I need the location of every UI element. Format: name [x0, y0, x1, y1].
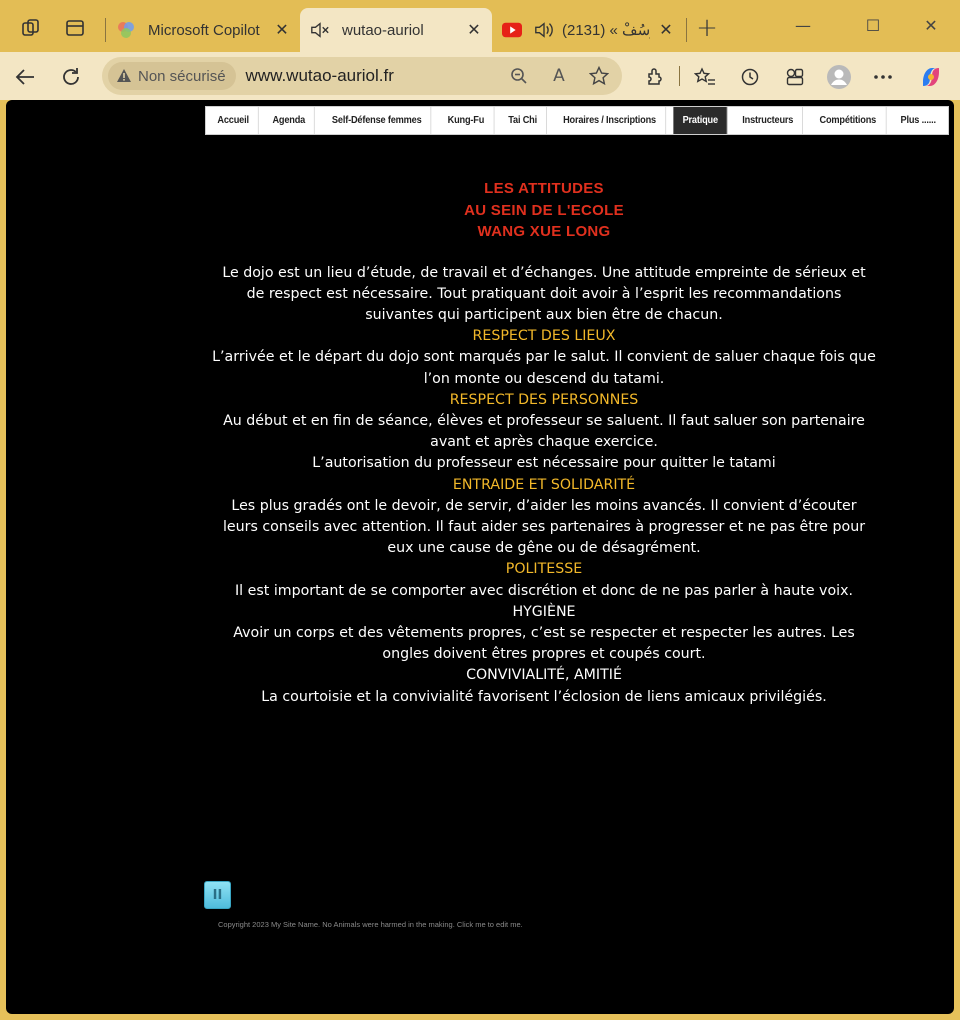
copyright-footer[interactable]: Copyright 2023 My Site Name. No Animals …: [218, 920, 523, 929]
section-title: RESPECT DES LIEUX: [472, 328, 616, 345]
site-menu: Accueil Agenda Self-Défense femmes Kung-…: [205, 106, 949, 135]
section-title: CONVIVIALITÉ, AMITIÉ: [466, 667, 622, 684]
toolbar-separator: [679, 66, 680, 86]
maximize-button[interactable]: ☐: [850, 10, 896, 40]
menu-item-horaires[interactable]: Horaires / Inscriptions: [554, 107, 667, 134]
section-text: Les plus gradés ont le devoir, de servir…: [222, 497, 866, 557]
minimize-button[interactable]: —: [780, 10, 826, 40]
rules-text: Le dojo est un lieu d’étude, de travail …: [212, 263, 876, 708]
section-text: L’autorisation du professeur est nécessa…: [312, 455, 776, 472]
refresh-button[interactable]: [54, 60, 88, 94]
more-options-icon[interactable]: [868, 62, 898, 92]
menu-item-kung-fu[interactable]: Kung-Fu: [438, 107, 495, 134]
window-frame-bottom: [0, 1014, 960, 1020]
tab-close-icon[interactable]: ✕: [274, 20, 290, 40]
section-title: POLITESSE: [505, 561, 583, 578]
page-heading: LES ATTITUDES AU SEIN DE L'ECOLE WANG XU…: [212, 178, 876, 243]
extensions-icon[interactable]: [640, 62, 670, 92]
window-frame-right: [954, 100, 960, 1020]
security-label: Non sécurisé: [138, 67, 226, 85]
heading-line: AU SEIN DE L'ECOLE: [464, 201, 624, 219]
page-content: LES ATTITUDES AU SEIN DE L'ECOLE WANG XU…: [212, 178, 876, 708]
tab-copilot[interactable]: Microsoft Copilot ✕: [106, 8, 300, 52]
tab-wutao-auriol[interactable]: wutao-auriol ✕: [300, 8, 492, 52]
menu-item-agenda[interactable]: Agenda: [263, 107, 316, 134]
section-title: HYGIÈNE: [512, 603, 576, 620]
tab-youtube[interactable]: يُوسُفْ » (2131) ✕: [492, 8, 684, 52]
warning-icon: [117, 69, 131, 82]
menu-item-plus[interactable]: Plus ......: [892, 107, 946, 134]
intro-paragraph: Le dojo est un lieu d’étude, de travail …: [222, 264, 866, 323]
menu-item-self-defense[interactable]: Self-Défense femmes: [322, 107, 432, 134]
section-text: Il est important de se comporter avec di…: [235, 582, 853, 599]
workspaces-icon[interactable]: [14, 12, 48, 44]
tab-title: Microsoft Copilot: [148, 21, 260, 39]
section-text: L’arrivée et le départ du dojo sont marq…: [212, 349, 876, 387]
music-pause-button[interactable]: II: [204, 881, 231, 909]
section-text: La courtoisie et la convivialité favoris…: [261, 688, 827, 705]
menu-item-tai-chi[interactable]: Tai Chi: [499, 107, 547, 134]
youtube-favicon-icon: [502, 20, 522, 40]
section-text: Avoir un corps et des vêtements propres,…: [233, 624, 855, 663]
favorites-icon[interactable]: [690, 62, 720, 92]
close-window-button[interactable]: ✕: [908, 10, 954, 40]
collections-icon[interactable]: [780, 62, 810, 92]
back-button[interactable]: [8, 60, 42, 94]
new-tab-button[interactable]: +: [690, 12, 724, 44]
heading-line: LES ATTITUDES: [484, 180, 604, 197]
menu-item-instructeurs[interactable]: Instructeurs: [733, 107, 804, 134]
url-text[interactable]: www.wutao-auriol.fr: [246, 66, 394, 86]
menu-item-pratique[interactable]: Pratique: [673, 107, 728, 134]
copilot-favicon-icon: [116, 20, 136, 40]
menu-item-competitions[interactable]: Compétitions: [810, 107, 886, 134]
tab-separator: [686, 18, 687, 42]
browser-toolbar: Non sécurisé www.wutao-auriol.fr A: [0, 52, 960, 100]
tab-title: يُوسُفْ » (2131): [562, 22, 650, 39]
favorite-star-icon[interactable]: [588, 65, 610, 87]
section-title: RESPECT DES PERSONNES: [449, 391, 639, 408]
security-indicator[interactable]: Non sécurisé: [108, 62, 236, 90]
section-text: Au début et en fin de séance, élèves et …: [223, 412, 865, 451]
heading-line: WANG XUE LONG: [477, 223, 611, 240]
history-icon[interactable]: [735, 62, 765, 92]
page-viewport: Accueil Agenda Self-Défense femmes Kung-…: [6, 100, 954, 1014]
menu-item-accueil[interactable]: Accueil: [208, 107, 259, 134]
speaker-icon[interactable]: [534, 20, 554, 40]
tab-close-icon[interactable]: ✕: [658, 20, 674, 40]
tab-strip: Microsoft Copilot ✕ wutao-auriol ✕ يُوسُ…: [0, 0, 960, 52]
tab-close-icon[interactable]: ✕: [466, 20, 482, 40]
read-aloud-icon[interactable]: A: [548, 65, 570, 87]
tab-actions-icon[interactable]: [58, 12, 92, 44]
copilot-icon[interactable]: [916, 62, 946, 92]
profile-avatar-icon[interactable]: [824, 62, 854, 92]
section-title: ENTRAIDE ET SOLIDARITÉ: [452, 476, 636, 493]
muted-speaker-icon[interactable]: [310, 20, 330, 40]
zoom-icon[interactable]: [508, 65, 530, 87]
address-bar[interactable]: Non sécurisé www.wutao-auriol.fr A: [102, 57, 622, 95]
tab-title: wutao-auriol: [342, 21, 424, 39]
